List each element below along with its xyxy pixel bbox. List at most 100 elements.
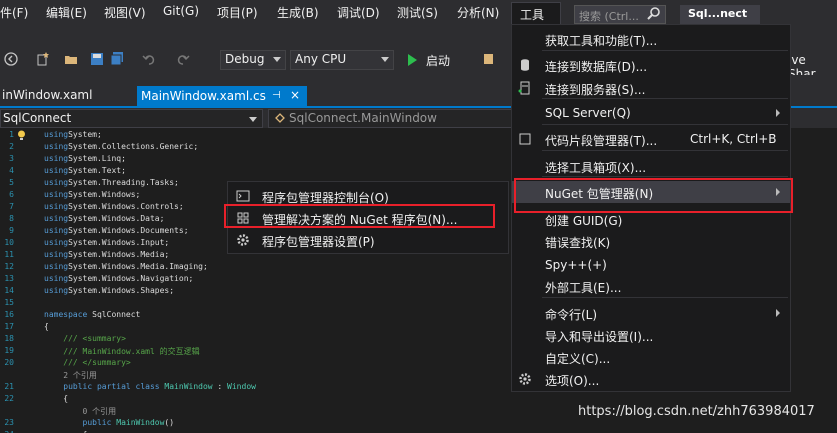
menu-item[interactable]: 项目(P) <box>217 4 258 21</box>
menu-item[interactable]: 测试(S) <box>397 4 438 21</box>
code-line[interactable]: usingSystem.Linq; <box>44 154 126 163</box>
tools-menu-item[interactable]: 命令行(L) <box>512 302 790 324</box>
redo-icon[interactable] <box>176 52 190 66</box>
code-token: using <box>44 190 69 199</box>
code-line[interactable]: usingSystem.Windows.Navigation; <box>44 274 193 283</box>
code-line[interactable]: usingSystem.Windows.Media; <box>44 250 169 259</box>
configuration-dropdown[interactable]: Debug <box>220 50 286 70</box>
tools-menu-item[interactable]: SQL Server(Q) <box>512 102 790 124</box>
code-token: using <box>44 250 69 259</box>
submenu-item-settings[interactable]: 程序包管理器设置(P) <box>228 229 508 251</box>
line-number: 19 <box>4 346 14 355</box>
close-icon[interactable]: × <box>290 88 300 102</box>
line-number: 6 <box>9 190 14 199</box>
code-token: System.Windows.Controls; <box>68 202 184 211</box>
code-line[interactable]: { <box>44 322 49 331</box>
menu-tools[interactable]: 工具(T) <box>511 2 561 37</box>
code-line[interactable]: 2 个引用 <box>44 370 97 381</box>
code-line[interactable]: usingSystem.Windows.Data; <box>44 214 164 223</box>
solution-name[interactable]: Sql...nect <box>680 5 760 24</box>
chevron-right-icon <box>776 309 780 317</box>
code-token: { <box>44 322 49 331</box>
tab-mainwindow-xaml[interactable]: inWindow.xaml <box>0 86 130 106</box>
start-button[interactable]: 启动 <box>404 50 464 70</box>
code-line[interactable]: /// </summary> <box>44 358 130 367</box>
tools-menu-item[interactable]: 连接到数据库(D)... <box>512 54 790 76</box>
platform-value: Any CPU <box>295 52 347 66</box>
search-icon[interactable] <box>646 6 662 22</box>
menu-separator <box>542 50 788 51</box>
line-number: 5 <box>9 178 14 187</box>
line-number: 16 <box>4 310 14 319</box>
menu-item[interactable]: 编辑(E) <box>46 4 87 21</box>
code-line[interactable]: usingSystem.Windows.Input; <box>44 238 169 247</box>
menu-separator <box>542 150 788 151</box>
menu-item[interactable]: 分析(N) <box>457 4 499 21</box>
code-token: System.Windows; <box>68 190 141 199</box>
code-line[interactable]: usingSystem.Collections.Generic; <box>44 142 198 151</box>
tools-menu-item[interactable]: 选项(O)... <box>512 368 790 390</box>
code-line[interactable]: usingSystem; <box>44 130 102 139</box>
chevron-down-icon <box>273 57 281 62</box>
tools-menu-item[interactable]: 代码片段管理器(T)... Ctrl+K, Ctrl+B <box>512 128 790 150</box>
code-line[interactable]: public MainWindow() <box>44 418 175 427</box>
lightbulb-icon[interactable] <box>17 130 26 141</box>
tools-menu-item[interactable]: 错误查找(K) <box>512 230 790 252</box>
code-line[interactable]: usingSystem.Windows.Shapes; <box>44 286 174 295</box>
line-number: 7 <box>9 202 14 211</box>
code-line[interactable]: usingSystem.Threading.Tasks; <box>44 178 179 187</box>
line-number: 3 <box>9 154 14 163</box>
code-line[interactable]: public partial class MainWindow : Window <box>44 382 256 391</box>
tools-menu-item[interactable]: 导入和导出设置(I)... <box>512 324 790 346</box>
back-icon[interactable] <box>4 52 18 66</box>
platform-dropdown[interactable]: Any CPU <box>290 50 394 70</box>
tools-menu-item[interactable]: 获取工具和功能(T)... <box>512 28 790 50</box>
save-all-icon[interactable] <box>110 52 124 66</box>
project-dropdown[interactable]: SqlConnect <box>0 109 263 128</box>
line-number: 23 <box>4 418 14 427</box>
tools-menu-item[interactable]: Spy++(+) <box>512 254 790 276</box>
code-token: 2 个引用 <box>44 371 97 380</box>
class-dropdown[interactable]: SqlConnect.MainWindow <box>268 109 513 128</box>
line-number: 17 <box>4 322 14 331</box>
play-icon <box>408 54 417 66</box>
menu-item[interactable]: 件(F) <box>0 4 28 21</box>
save-icon[interactable] <box>90 52 104 66</box>
gear-icon <box>237 234 249 246</box>
tools-menu-item-label: 连接到服务器(S)... <box>545 83 646 97</box>
tab-mainwindow-xaml-cs[interactable]: MainWindow.xaml.cs <box>137 86 307 108</box>
code-line[interactable]: usingSystem.Windows; <box>44 190 140 199</box>
tools-menu-item[interactable]: 选择工具箱项(X)... <box>512 155 790 177</box>
undo-icon[interactable] <box>142 52 156 66</box>
tools-menu-item[interactable]: 自定义(C)... <box>512 346 790 368</box>
code-token: System.Windows.Documents; <box>68 226 189 235</box>
code-token: { <box>44 394 69 403</box>
code-line[interactable]: usingSystem.Windows.Controls; <box>44 202 184 211</box>
code-line[interactable]: /// MainWindow.xaml 的交互逻辑 <box>44 346 200 357</box>
tools-menu-item-label: SQL Server(Q) <box>545 106 631 120</box>
highlight-box-manage-packages <box>224 204 495 228</box>
code-line[interactable]: /// <summary> <box>44 334 126 343</box>
code-token: System; <box>68 130 102 139</box>
code-line[interactable]: 0 个引用 <box>44 406 117 417</box>
tools-menu-item[interactable]: 外部工具(E)... <box>512 275 790 297</box>
code-line[interactable]: usingSystem.Windows.Media.Imaging; <box>44 262 208 271</box>
tools-menu-item-shortcut: Ctrl+K, Ctrl+B <box>690 132 777 146</box>
pin-icon[interactable]: ⊣ <box>272 90 281 101</box>
tools-menu-item[interactable]: 连接到服务器(S)... <box>512 77 790 99</box>
new-item-icon[interactable] <box>36 52 50 66</box>
browser-link-icon[interactable] <box>482 52 496 66</box>
code-line[interactable]: usingSystem.Windows.Documents; <box>44 226 189 235</box>
code-line[interactable]: usingSystem.Text; <box>44 166 126 175</box>
code-token: using <box>44 262 69 271</box>
line-number: 4 <box>9 166 14 175</box>
menu-item[interactable]: 调试(D) <box>337 4 380 21</box>
code-token: /// MainWindow.xaml 的交互逻辑 <box>44 347 200 356</box>
menu-item[interactable]: Git(G) <box>163 4 199 18</box>
open-folder-icon[interactable] <box>64 52 78 66</box>
code-line[interactable]: namespace SqlConnect <box>44 310 140 319</box>
code-line[interactable]: { <box>44 394 68 403</box>
menu-item[interactable]: 视图(V) <box>104 4 146 21</box>
chevron-down-icon <box>249 117 257 122</box>
menu-item[interactable]: 生成(B) <box>277 4 319 21</box>
